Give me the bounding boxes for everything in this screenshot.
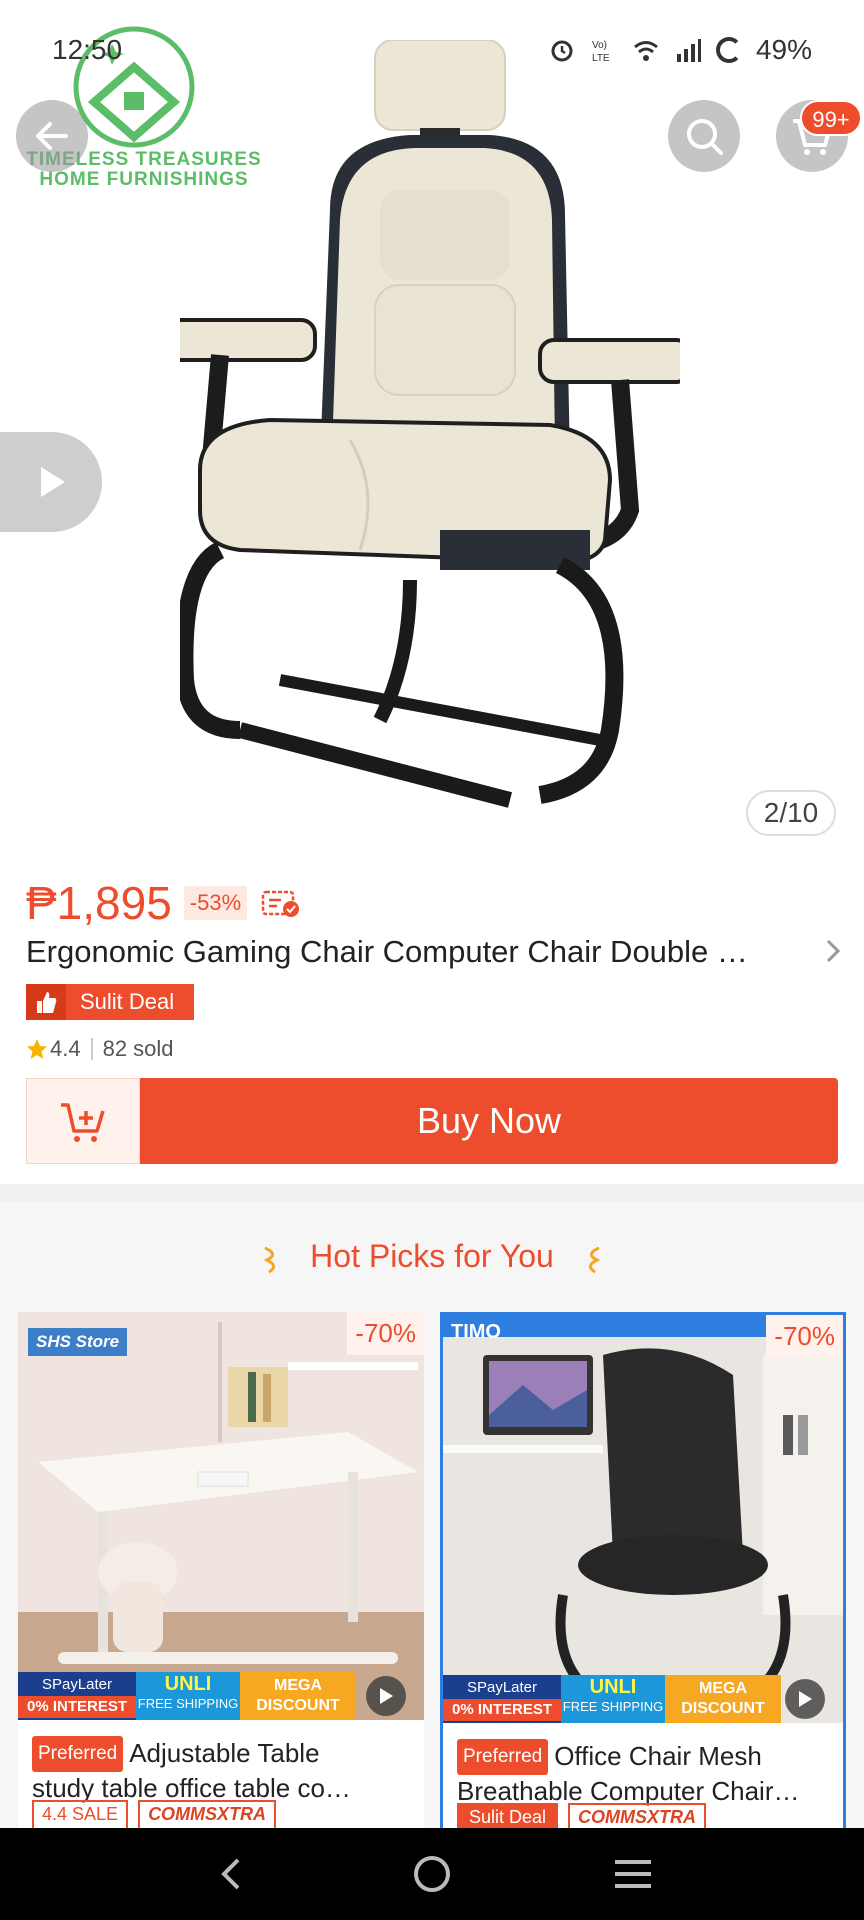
mega-discount-promo: MEGA DISCOUNT <box>665 1675 781 1723</box>
play-icon <box>41 467 65 497</box>
store-tag: SHS Store <box>28 1328 128 1356</box>
search-button[interactable] <box>668 100 740 172</box>
back-button[interactable] <box>16 100 88 172</box>
system-nav-bar <box>0 1828 864 1920</box>
rating-value: 4.4 <box>50 1036 81 1061</box>
image-counter: 2/10 <box>746 790 836 836</box>
store-tag: TIMO <box>451 1321 501 1343</box>
home-circle-icon <box>413 1856 450 1892</box>
product-gallery[interactable]: 12:50 Vo) LTE 49% TIMELESS TREASURES HOME… <box>0 0 864 840</box>
product-thumbnail <box>18 1312 424 1720</box>
status-time: 12:50 <box>52 34 123 65</box>
hot-picks-header: Hot Picks for You <box>0 1238 864 1275</box>
menu-icon <box>615 1860 652 1888</box>
arrow-left-icon <box>36 122 68 150</box>
play-icon <box>380 1688 393 1704</box>
section-divider <box>0 1184 864 1202</box>
card-discount-badge: -70% <box>347 1312 424 1355</box>
spaylater-bottom: 0% INTEREST <box>443 1699 561 1721</box>
free-shipping-label: FREE SHIPPING <box>562 1699 664 1714</box>
chevron-right-icon <box>826 939 841 963</box>
unli-shipping-promo: UNLI FREE SHIPPING <box>136 1672 240 1720</box>
product-card[interactable]: -70% SHS Store SPayLater 0% INTEREST UNL… <box>18 1312 424 1828</box>
product-card[interactable]: -70% TIMO SPayLater 0% INTEREST UNLI FRE… <box>440 1312 846 1828</box>
card-play-button[interactable] <box>785 1679 825 1719</box>
chevron-left-icon <box>220 1858 240 1890</box>
hot-picks-section: Hot Picks for You -70% SHS Store SPayLat… <box>0 1202 864 1828</box>
unli-label: UNLI <box>589 1676 637 1698</box>
sale-tag: 4.4 SALE <box>32 1800 129 1828</box>
spaylater-promo: SPayLater 0% INTEREST <box>18 1672 136 1720</box>
rating-divider <box>90 1038 93 1060</box>
search-icon <box>687 119 723 155</box>
unli-shipping-promo: UNLI FREE SHIPPING <box>561 1675 665 1723</box>
swirl-right-icon <box>588 1246 601 1273</box>
card-name-line1: Office Chair Mesh <box>554 1741 762 1771</box>
nav-recents-button[interactable] <box>603 1844 663 1904</box>
card-name-line1: Adjustable Table <box>129 1738 320 1768</box>
play-icon <box>799 1691 812 1707</box>
hot-picks-title: Hot Picks for You <box>310 1238 554 1274</box>
sold-count: 82 sold <box>102 1036 174 1061</box>
mega-discount-promo: MEGA DISCOUNT <box>240 1672 356 1720</box>
play-video-button[interactable] <box>0 432 102 532</box>
sulit-deal-badge: Sulit Deal <box>26 984 194 1020</box>
free-shipping-label: FREE SHIPPING <box>137 1696 239 1711</box>
logo-line-2: HOME FURNISHINGS <box>39 169 249 190</box>
swirl-left-icon <box>263 1246 276 1273</box>
alarm-icon <box>551 40 573 62</box>
add-cart-icon <box>61 1103 105 1142</box>
product-thumbnail <box>443 1315 843 1723</box>
battery-icon <box>715 37 742 63</box>
preferred-tag: Preferred <box>32 1736 124 1772</box>
nav-back-button[interactable] <box>201 1844 261 1904</box>
commsxtra-tag: COMMSXTRA <box>138 1800 277 1828</box>
unli-label: UNLI <box>164 1673 212 1695</box>
signal-icon <box>676 39 701 62</box>
price-row: ₱1,895 -53% <box>26 876 301 930</box>
volte-icon: Vo) LTE <box>592 40 610 64</box>
spaylater-top: SPayLater <box>466 1679 538 1696</box>
promo-strip: SPayLater 0% INTEREST UNLI FREE SHIPPING… <box>18 1672 424 1720</box>
battery-percent: 49% <box>755 34 812 65</box>
spaylater-top: SPayLater <box>41 1676 113 1693</box>
card-tags: 4.4 SALE COMMSXTRA <box>32 1800 277 1828</box>
nav-home-button[interactable] <box>402 1844 462 1904</box>
card-product-name: Preferred Adjustable Table study table of… <box>32 1736 412 1804</box>
sulit-deal-tag: Sulit Deal <box>457 1803 559 1828</box>
deal-thumb-icon <box>26 984 66 1020</box>
status-icons: Vo) LTE 49% <box>548 34 812 66</box>
product-price: ₱1,895 <box>26 877 172 929</box>
add-to-cart-button[interactable] <box>26 1078 140 1164</box>
rating-row[interactable]: 4.4 82 sold <box>26 1036 174 1062</box>
cart-count-badge: 99+ <box>800 100 862 136</box>
product-title-row[interactable]: Ergonomic Gaming Chair Computer Chair Do… <box>26 930 846 974</box>
status-bar: 12:50 Vo) LTE 49% <box>0 0 864 100</box>
spaylater-bottom: 0% INTEREST <box>18 1696 136 1718</box>
svg-text:LTE: LTE <box>592 53 610 64</box>
card-play-button[interactable] <box>366 1676 406 1716</box>
buy-now-button[interactable]: Buy Now <box>140 1078 838 1164</box>
card-tags: Sulit Deal COMMSXTRA <box>457 1803 707 1828</box>
wifi-icon <box>634 41 658 61</box>
spaylater-promo: SPayLater 0% INTEREST <box>443 1675 561 1723</box>
discount-badge: -53% <box>183 886 248 920</box>
purchase-actions: Buy Now <box>26 1078 838 1164</box>
card-discount-badge: -70% <box>766 1315 843 1358</box>
svg-text:Vo): Vo) <box>592 40 607 51</box>
preferred-tag: Preferred <box>457 1739 549 1775</box>
card-product-name: Preferred Office Chair Mesh Breathable Co… <box>457 1739 837 1807</box>
star-icon <box>27 1039 47 1059</box>
voucher-icon[interactable] <box>261 888 301 918</box>
product-page: 12:50 Vo) LTE 49% TIMELESS TREASURES HOME… <box>0 0 864 1920</box>
commsxtra-tag: COMMSXTRA <box>568 1803 707 1828</box>
deal-label: Sulit Deal <box>80 989 175 1014</box>
product-title: Ergonomic Gaming Chair Computer Chair Do… <box>26 934 748 969</box>
